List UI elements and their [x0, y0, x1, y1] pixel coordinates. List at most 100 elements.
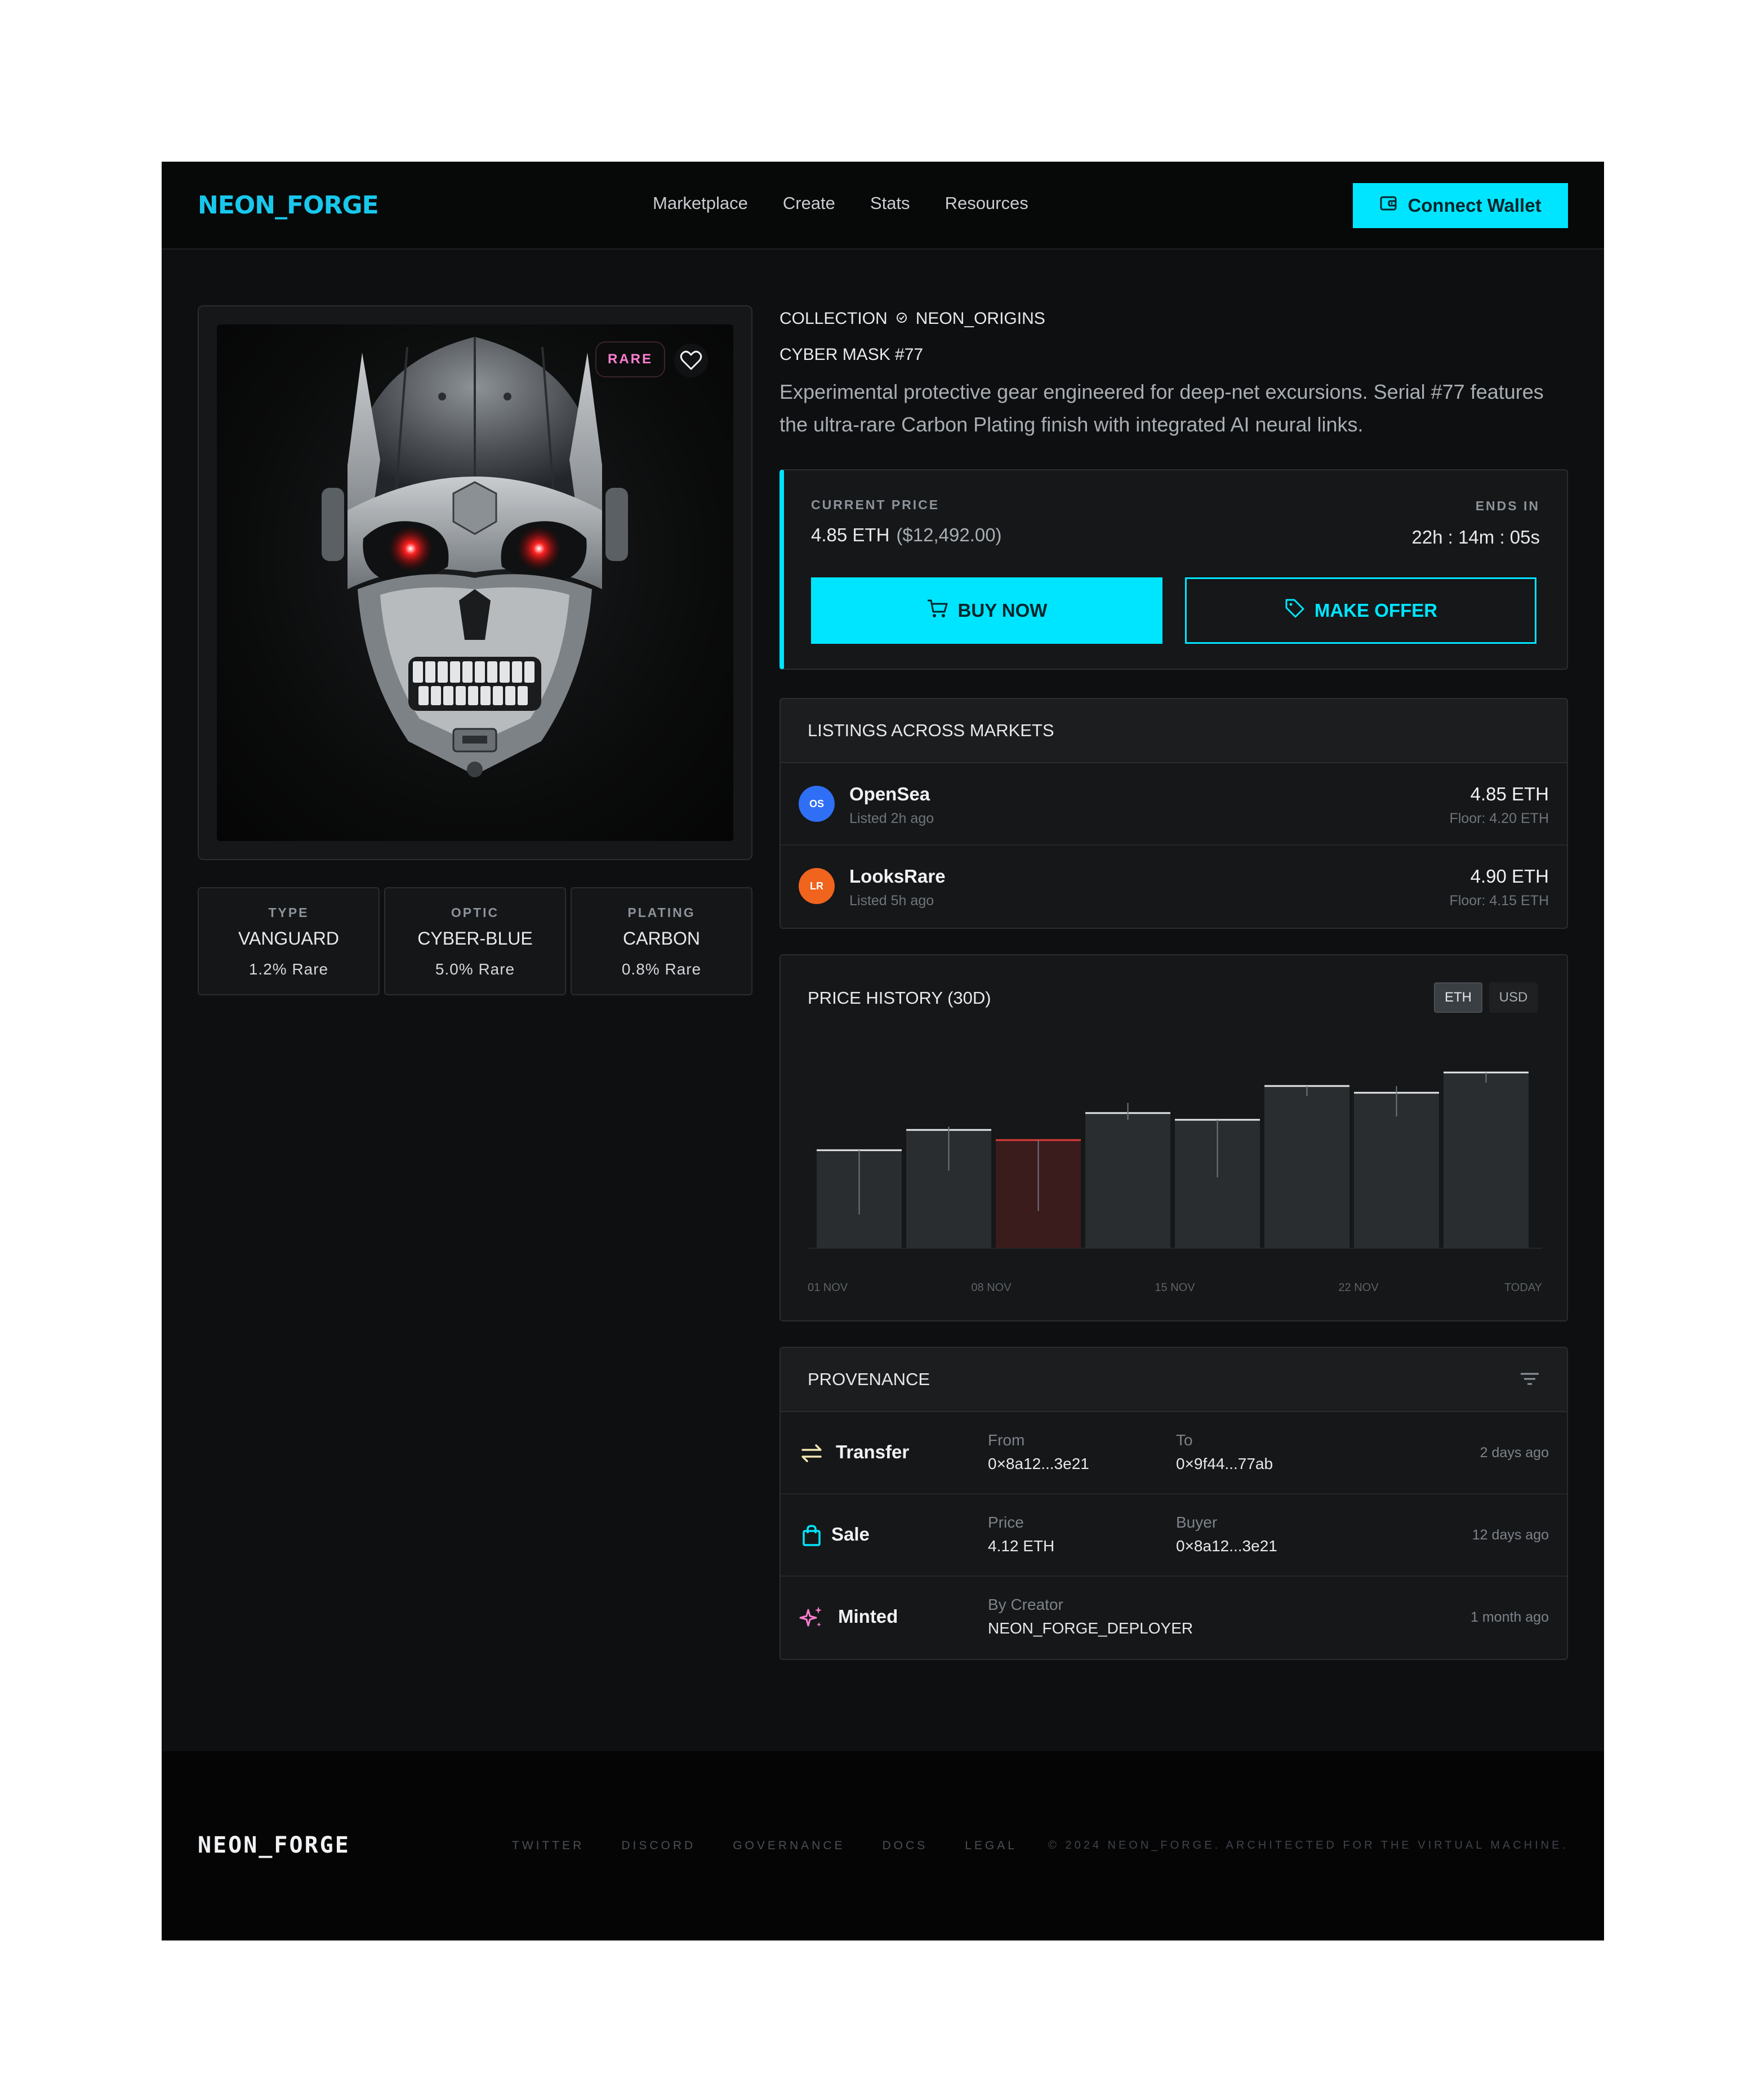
to-address[interactable]: 0×9f44...77ab — [1176, 1455, 1273, 1473]
item-title: CYBER MASK #77 — [779, 345, 924, 364]
x-tick-label: 01 NOV — [808, 1281, 848, 1294]
trait-plating[interactable]: PLATING CARBON 0.8% Rare — [571, 887, 752, 995]
trait-rarity: 1.2% Rare — [248, 960, 329, 978]
footer-link-discord[interactable]: DISCORD — [621, 1839, 696, 1853]
top-navbar: NEON_FORGE Marketplace Create Stats Reso… — [162, 162, 1604, 250]
currency-toggle-eth[interactable]: ETH — [1434, 982, 1482, 1013]
price-card: CURRENT PRICE 4.85 ETH ($12,492.00) ENDS … — [779, 469, 1568, 670]
listed-time: Listed 2h ago — [849, 811, 934, 826]
creator-address[interactable]: NEON_FORGE_DEPLOYER — [988, 1619, 1193, 1637]
market-name: LooksRare — [849, 866, 946, 887]
x-tick-label: 22 NOV — [1338, 1281, 1379, 1294]
trait-rarity: 0.8% Rare — [621, 960, 702, 978]
listing-row-looksrare[interactable]: LR LooksRare Listed 5h ago 4.90 ETH Floo… — [781, 845, 1567, 928]
footer-link-twitter[interactable]: TWITTER — [512, 1839, 584, 1853]
listed-time: Listed 5h ago — [849, 893, 934, 909]
provenance-header: PROVENANCE — [781, 1348, 1567, 1412]
filter-icon[interactable] — [1520, 1370, 1540, 1392]
event-time: 1 month ago — [1471, 1609, 1549, 1625]
price-bar[interactable] — [1264, 1086, 1349, 1248]
trait-type[interactable]: TYPE VANGUARD 1.2% Rare — [198, 887, 380, 995]
ends-in-label: ENDS IN — [1475, 499, 1540, 513]
from-address[interactable]: 0×8a12...3e21 — [988, 1455, 1089, 1473]
x-tick-label: 08 NOV — [971, 1281, 1012, 1294]
trait-value: CYBER-BLUE — [417, 928, 533, 949]
footer-links: TWITTER DISCORD GOVERNANCE DOCS LEGAL — [512, 1839, 1017, 1853]
collection-line: COLLECTION NEON_ORIGINS — [779, 309, 1045, 328]
event-name: Sale — [831, 1524, 870, 1545]
floor-price: Floor: 4.20 ETH — [1449, 811, 1549, 826]
buyer-address[interactable]: 0×8a12...3e21 — [1176, 1537, 1277, 1555]
price-history-chart: 01 NOV 08 NOV 15 NOV 22 NOV TODAY — [808, 1071, 1542, 1294]
provenance-title: PROVENANCE — [808, 1369, 930, 1389]
nav-marketplace[interactable]: Marketplace — [653, 193, 748, 213]
current-price-label: CURRENT PRICE — [811, 497, 940, 512]
nft-artwork-image[interactable]: RARE — [217, 324, 733, 841]
app-frame: NEON_FORGE Marketplace Create Stats Reso… — [162, 162, 1604, 1940]
trait-label: PLATING — [627, 905, 696, 920]
buy-now-label: BUY NOW — [957, 600, 1048, 621]
creator-label: By Creator — [988, 1596, 1063, 1613]
connect-wallet-label: Connect Wallet — [1407, 195, 1542, 216]
listing-price: 4.85 ETH — [1470, 784, 1549, 804]
shopping-bag-icon — [799, 1523, 825, 1548]
connect-wallet-button[interactable]: Connect Wallet — [1353, 183, 1568, 228]
currency-toggle-usd[interactable]: USD — [1489, 982, 1538, 1013]
trait-label: OPTIC — [451, 905, 500, 920]
listings-panel: LISTINGS ACROSS MARKETS OS OpenSea Liste… — [779, 698, 1568, 929]
make-offer-button[interactable]: MAKE OFFER — [1185, 577, 1536, 644]
trait-optic[interactable]: OPTIC CYBER-BLUE 5.0% Rare — [384, 887, 566, 995]
floor-price: Floor: 4.15 ETH — [1449, 893, 1549, 909]
footer-link-governance[interactable]: GOVERNANCE — [733, 1839, 845, 1853]
footer-copyright: © 2024 NEON_FORGE. ARCHITECTED FOR THE V… — [1048, 1839, 1568, 1851]
footer-brand[interactable]: NEON_FORGE — [198, 1832, 350, 1858]
footer-link-docs[interactable]: DOCS — [883, 1839, 928, 1853]
nav-create[interactable]: Create — [783, 193, 835, 213]
nav-stats[interactable]: Stats — [870, 193, 910, 213]
current-price-value: 4.85 ETH ($12,492.00) — [811, 524, 1002, 546]
price-history-title: PRICE HISTORY (30D) — [808, 988, 991, 1008]
cart-icon — [926, 598, 949, 623]
listing-price: 4.90 ETH — [1470, 866, 1549, 887]
artwork-card: RARE — [198, 305, 752, 860]
provenance-panel: PROVENANCE Transfer From 0×8a12...3e21 T… — [779, 1347, 1568, 1660]
listing-row-opensea[interactable]: OS OpenSea Listed 2h ago 4.85 ETH Floor:… — [781, 763, 1567, 845]
nav-resources[interactable]: Resources — [945, 193, 1028, 213]
transfer-icon — [799, 1440, 825, 1466]
sparkle-icon — [799, 1605, 825, 1631]
collection-name-link[interactable]: NEON_ORIGINS — [916, 309, 1045, 328]
make-offer-label: MAKE OFFER — [1314, 600, 1438, 621]
footer-link-legal[interactable]: LEGAL — [965, 1839, 1017, 1853]
x-tick-label: TODAY — [1504, 1281, 1542, 1294]
looksrare-logo-icon: LR — [799, 868, 835, 904]
listings-title: LISTINGS ACROSS MARKETS — [781, 699, 1567, 763]
opensea-logo-icon: OS — [799, 786, 835, 822]
provenance-row-sale[interactable]: Sale Price 4.12 ETH Buyer 0×8a12...3e21 … — [781, 1494, 1567, 1577]
verified-icon — [896, 309, 908, 328]
sale-price: 4.12 ETH — [988, 1537, 1055, 1555]
price-bar[interactable] — [1444, 1072, 1529, 1248]
brand-logo[interactable]: NEON_FORGE — [198, 191, 379, 220]
favorite-button[interactable] — [674, 344, 708, 377]
event-name: Transfer — [836, 1441, 910, 1462]
buy-now-button[interactable]: BUY NOW — [811, 577, 1162, 644]
wallet-icon — [1379, 195, 1398, 216]
price-history-panel: PRICE HISTORY (30D) ETH USD 01 NOV 08 NOV… — [779, 954, 1568, 1321]
provenance-row-transfer[interactable]: Transfer From 0×8a12...3e21 To 0×9f44...… — [781, 1412, 1567, 1494]
buyer-label: Buyer — [1176, 1514, 1218, 1531]
collection-prefix: COLLECTION — [779, 309, 888, 328]
heart-icon — [680, 350, 702, 370]
main-nav: Marketplace Create Stats Resources — [653, 193, 1028, 213]
from-label: From — [988, 1431, 1025, 1449]
event-time: 2 days ago — [1480, 1445, 1549, 1461]
item-description: Experimental protective gear engineered … — [779, 380, 1544, 436]
trait-value: VANGUARD — [238, 928, 339, 949]
price-bar[interactable] — [1085, 1113, 1170, 1248]
cyber-skull-artwork — [322, 337, 628, 777]
traits-grid: TYPE VANGUARD 1.2% Rare OPTIC CYBER-BLUE… — [198, 887, 752, 995]
trait-label: TYPE — [268, 905, 309, 920]
event-time: 12 days ago — [1472, 1527, 1549, 1543]
rare-badge: RARE — [595, 341, 665, 377]
x-tick-label: 15 NOV — [1155, 1281, 1195, 1294]
provenance-row-minted[interactable]: Minted By Creator NEON_FORGE_DEPLOYER 1 … — [781, 1577, 1567, 1659]
